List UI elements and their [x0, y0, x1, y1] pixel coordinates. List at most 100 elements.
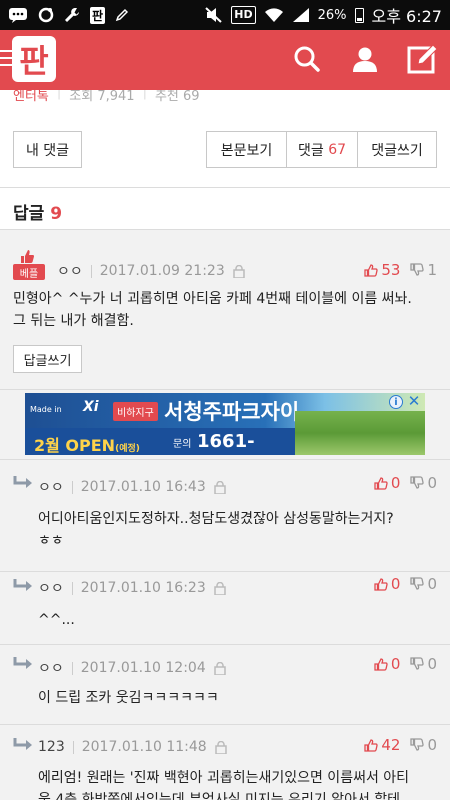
battery-percent: 26% — [317, 7, 347, 23]
search-icon[interactable] — [290, 42, 324, 76]
comment-text: 어디아티움인지도정하자..청담도생겼잖아 삼성동말하는거지? ㅎㅎ — [38, 508, 394, 552]
comments-count: 67 — [328, 141, 347, 158]
report-icon[interactable] — [232, 264, 245, 279]
downvote-button[interactable]: 0 — [410, 736, 437, 754]
reply-write-button[interactable]: 답글쓰기 — [13, 345, 82, 373]
clock: 오후 6:27 — [371, 7, 442, 26]
message-icon — [8, 6, 28, 24]
write-icon[interactable] — [406, 42, 440, 76]
downvote-count: 0 — [427, 736, 437, 754]
comment-text-line: ^^... — [38, 612, 75, 628]
downvote-button[interactable]: 0 — [410, 474, 437, 492]
comment-text-line: 이 드립 조카 웃김ㅋㅋㅋㅋㅋㅋ — [38, 690, 219, 706]
replies-label: 답글 — [13, 204, 45, 224]
thumbs-up-icon — [374, 578, 388, 591]
best-thumb-icon — [21, 250, 34, 263]
ad-close-icon[interactable]: ✕ — [406, 393, 422, 410]
downvote-count: 0 — [427, 474, 437, 492]
ad-info-icon[interactable]: i — [389, 395, 403, 409]
upvote-button[interactable]: 0 — [374, 575, 401, 593]
best-tag: 베플 — [13, 264, 45, 280]
downvote-button[interactable]: 0 — [410, 575, 437, 593]
thumbs-down-icon — [410, 577, 425, 590]
mute-icon — [205, 6, 223, 24]
downvote-button[interactable]: 1 — [410, 261, 437, 279]
comment-text-line: 에리엄! 원래는 '진짜 백현아 괴롭히는새기있으면 이름써서 아티 — [38, 770, 410, 786]
pen-icon — [115, 6, 129, 24]
notification-dot-icon — [38, 6, 54, 24]
ad-open-text: 2월 OPEN — [34, 436, 116, 455]
upvote-button[interactable]: 53 — [364, 261, 400, 279]
ad-title: 서청주파크자이 — [164, 400, 300, 424]
post-category[interactable]: 엔터톡 — [13, 90, 49, 104]
comment-text-line: ㅎㅎ — [38, 533, 64, 549]
comment-text-line: 그 뒤는 내가 해결함. — [13, 313, 134, 329]
comment-text: 민형아^ ^누가 너 괴롭히면 아티움 카페 4번째 테이블에 이름 써놔. 그… — [13, 288, 412, 332]
ad-phone: 1661-9005 — [197, 431, 255, 455]
report-icon[interactable] — [214, 740, 227, 755]
downvote-button[interactable]: 0 — [410, 655, 437, 673]
best-comment: 베플 ㅇㅇ 2017.01.09 21:23 53 1 민형아^ ^누가 너 괴… — [0, 230, 450, 390]
downvote-count: 0 — [427, 575, 437, 593]
status-bar: 판 HD 26% 오후 6:27 — [0, 0, 450, 30]
thumbs-up-icon — [364, 739, 379, 752]
comment-text-line: 움 4층 화방쪽에서있는데 부엌사실 미지는 우리기 알아서 할테 — [38, 792, 401, 800]
thumbs-down-icon — [410, 263, 425, 276]
reply-arrow-icon — [13, 738, 32, 750]
comment-author: ㅇㅇ — [38, 480, 64, 496]
best-badge: 베플 — [13, 248, 45, 280]
upvote-count: 53 — [381, 261, 401, 279]
view-post-button[interactable]: 본문보기 — [207, 132, 287, 167]
comment-text: 이 드립 조카 웃김ㅋㅋㅋㅋㅋㅋ — [38, 687, 219, 709]
report-icon[interactable] — [213, 661, 226, 676]
wifi-icon — [264, 6, 284, 24]
pann-logo[interactable]: 판 — [12, 36, 56, 82]
ad-image — [295, 411, 425, 455]
ad-section: Made in Xi 비하지구 서청주파크자이 2월 OPEN(예정) 문의 1… — [0, 390, 450, 460]
list-item: ㅇㅇ 2017.01.10 16:23 0 0 ^^... — [0, 572, 450, 645]
write-comment-button[interactable]: 댓글쓰기 — [358, 132, 436, 167]
report-icon[interactable] — [213, 480, 226, 495]
replies-count: 9 — [50, 204, 63, 224]
comment-text-line: 어디아티움인지도정하자..청담도생겼잖아 삼성동말하는거지? — [38, 511, 394, 527]
upvote-count: 0 — [390, 655, 401, 673]
reply-arrow-icon — [13, 657, 32, 669]
hd-voice-icon: HD — [231, 6, 256, 24]
upvote-count: 0 — [390, 474, 401, 492]
replies-header: 답글 9 — [0, 188, 450, 230]
ad-badge: 비하지구 — [113, 402, 158, 421]
comments-count-button[interactable]: 댓글 67 — [287, 132, 358, 167]
ad-banner[interactable]: Made in Xi 비하지구 서청주파크자이 2월 OPEN(예정) 문의 1… — [25, 393, 425, 455]
thumbs-up-icon — [364, 264, 379, 277]
report-icon[interactable] — [213, 581, 226, 596]
thumbs-down-icon — [410, 738, 425, 751]
comment-date: 2017.01.10 16:43 — [80, 479, 206, 495]
ad-brand: Xi — [83, 399, 99, 415]
post-recommends: 추천 69 — [154, 90, 200, 104]
upvote-button[interactable]: 0 — [374, 474, 401, 492]
comment-date: 2017.01.10 12:04 — [80, 660, 206, 676]
upvote-button[interactable]: 42 — [364, 736, 400, 754]
upvote-count: 0 — [390, 575, 401, 593]
ad-inquiry: 문의 — [173, 439, 192, 450]
user-icon[interactable] — [348, 42, 382, 76]
thumbs-up-icon — [374, 658, 388, 671]
list-item: ㅇㅇ 2017.01.10 16:43 0 0 어디아티움인지도정하자..청담도… — [0, 460, 450, 572]
my-comments-button[interactable]: 내 댓글 — [13, 131, 82, 168]
upvote-button[interactable]: 0 — [374, 655, 401, 673]
post-views: 조회 7,941 — [69, 90, 135, 104]
list-item: 123 2017.01.10 11:48 42 0 에리엄! 원래는 '진짜 백… — [0, 725, 450, 800]
pann-app-badge: 판 — [90, 6, 106, 24]
ad-made-in: Made in — [30, 405, 62, 414]
comment-author: ㅇㅇ — [38, 581, 64, 597]
downvote-count: 1 — [427, 261, 437, 279]
comment-button-group: 본문보기 댓글 67 댓글쓰기 — [206, 131, 437, 168]
reply-arrow-icon — [13, 476, 32, 488]
app-header: 판 — [0, 30, 450, 90]
comment-author: ㅇㅇ — [38, 661, 64, 677]
signal-icon — [292, 6, 310, 24]
thumbs-up-icon — [374, 477, 388, 490]
battery-icon — [354, 7, 364, 23]
thumbs-down-icon — [410, 657, 425, 670]
thumbs-down-icon — [410, 476, 425, 489]
